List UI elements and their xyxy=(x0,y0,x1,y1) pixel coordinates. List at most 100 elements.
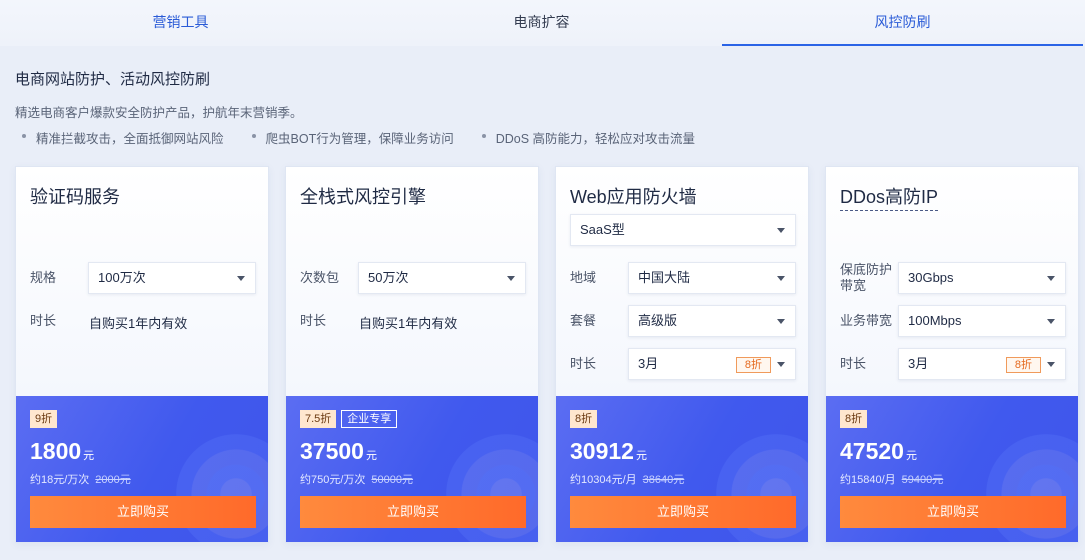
enterprise-badge: 企业专享 xyxy=(341,410,398,428)
feature-item: 爬虫BOT行为管理，保障业务访问 xyxy=(251,128,454,147)
chevron-down-icon xyxy=(1047,276,1055,281)
feature-list: 精准拦截攻击，全面抵御网站风险 爬虫BOT行为管理，保障业务访问 DDoS 高防… xyxy=(22,128,723,147)
duration-label: 时长 xyxy=(570,356,597,371)
card-title: 验证码服务 xyxy=(30,187,120,207)
chevron-down-icon xyxy=(777,319,785,324)
card-title: Web应用防火墙 xyxy=(570,187,697,207)
buy-button[interactable]: 立即购买 xyxy=(570,496,796,528)
unit-price-text: 约15840/月 xyxy=(840,474,896,486)
price-number: 30912 xyxy=(570,438,634,464)
edition-select-value: SaaS型 xyxy=(580,222,625,237)
tab-marketing-tools[interactable]: 营销工具 xyxy=(0,0,361,46)
duration-label: 时长 xyxy=(840,356,867,371)
business-bandwidth-select[interactable]: 100Mbps xyxy=(898,305,1066,337)
price-unit: 元 xyxy=(635,450,647,462)
price: 30912 元 xyxy=(570,438,647,465)
duration-label: 时长 xyxy=(300,313,327,328)
unit-price-text: 约750元/万次 xyxy=(300,474,366,486)
tab-ecommerce-scaling[interactable]: 电商扩容 xyxy=(361,0,722,46)
package-select-value: 50万次 xyxy=(368,270,409,285)
unit-price: 约750元/万次 50000元 xyxy=(300,471,413,487)
tag-group: 9折 xyxy=(30,410,58,428)
product-card-waf: Web应用防火墙 SaaS型 地域 中国大陆 套餐 高级版 时长 3月 8折 8… xyxy=(555,166,809,543)
guaranteed-bandwidth-value: 30Gbps xyxy=(908,270,954,285)
duration-select[interactable]: 3月 8折 xyxy=(898,348,1066,380)
business-bandwidth-label: 业务带宽 xyxy=(840,313,893,328)
chevron-down-icon xyxy=(507,276,515,281)
duration-discount-tag: 8折 xyxy=(735,357,771,373)
duration-value: 自购买1年内有效 xyxy=(89,316,188,331)
section-description: 精选电商客户爆款安全防护产品，护航年末营销季。 xyxy=(15,106,303,120)
chevron-down-icon xyxy=(777,228,785,233)
region-label: 地域 xyxy=(570,270,597,285)
chevron-down-icon xyxy=(1047,319,1055,324)
card-config-area: 验证码服务 规格 100万次 时长 自购买1年内有效 xyxy=(16,167,268,396)
price: 37500 元 xyxy=(300,438,377,465)
product-cards: 验证码服务 规格 100万次 时长 自购买1年内有效 9折 1800 元 约18元… xyxy=(15,166,1079,543)
unit-price: 约18元/万次 2000元 xyxy=(30,471,131,487)
original-price: 2000元 xyxy=(95,474,131,486)
discount-badge: 9折 xyxy=(30,410,58,428)
price-unit: 元 xyxy=(83,450,95,462)
duration-select[interactable]: 3月 8折 xyxy=(628,348,796,380)
guaranteed-bandwidth-select[interactable]: 30Gbps xyxy=(898,262,1066,294)
discount-badge: 7.5折 xyxy=(300,410,337,428)
edition-select[interactable]: SaaS型 xyxy=(570,214,796,246)
chevron-down-icon xyxy=(1047,362,1055,367)
card-title: 全栈式风控引擎 xyxy=(300,187,426,207)
chevron-down-icon xyxy=(777,276,785,281)
package-label: 次数包 xyxy=(300,270,340,285)
feature-item: 精准拦截攻击，全面抵御网站风险 xyxy=(22,128,224,147)
unit-price-text: 约18元/万次 xyxy=(30,474,90,486)
tag-group: 7.5折 企业专享 xyxy=(300,410,398,428)
price-number: 37500 xyxy=(300,438,364,464)
card-config-area: Web应用防火墙 SaaS型 地域 中国大陆 套餐 高级版 时长 3月 8折 xyxy=(556,167,808,396)
chevron-down-icon xyxy=(777,362,785,367)
plan-select[interactable]: 高级版 xyxy=(628,305,796,337)
buy-button[interactable]: 立即购买 xyxy=(300,496,526,528)
price-number: 1800 xyxy=(30,438,82,464)
price-area: 8折 30912 元 约10304元/月 38640元 立即购买 xyxy=(556,396,808,542)
original-price: 59400元 xyxy=(901,474,944,486)
region-select-value: 中国大陆 xyxy=(638,270,691,285)
price-area: 9折 1800 元 约18元/万次 2000元 立即购买 xyxy=(16,396,268,542)
plan-label: 套餐 xyxy=(570,313,597,328)
discount-badge: 8折 xyxy=(840,410,868,428)
tag-group: 8折 xyxy=(570,410,598,428)
spec-select-value: 100万次 xyxy=(98,270,146,285)
price-area: 8折 47520 元 约15840/月 59400元 立即购买 xyxy=(826,396,1078,542)
product-card-ddos-ip: DDos高防IP 保底防护带宽 30Gbps 业务带宽 100Mbps 时长 3… xyxy=(825,166,1079,543)
price-number: 47520 xyxy=(840,438,904,464)
price: 1800 元 xyxy=(30,438,94,465)
price-area: 7.5折 企业专享 37500 元 约750元/万次 50000元 立即购买 xyxy=(286,396,538,542)
original-price: 38640元 xyxy=(642,474,685,486)
section-title: 电商网站防护、活动风控防刷 xyxy=(15,71,211,88)
duration-select-value: 3月 xyxy=(908,356,929,371)
plan-select-value: 高级版 xyxy=(638,313,678,328)
tab-risk-control[interactable]: 风控防刷 xyxy=(722,0,1083,46)
chevron-down-icon xyxy=(237,276,245,281)
price: 47520 元 xyxy=(840,438,917,465)
unit-price: 约10304元/月 38640元 xyxy=(570,471,684,487)
guaranteed-bandwidth-label: 保底防护带宽 xyxy=(840,262,893,293)
unit-price-text: 约10304元/月 xyxy=(570,474,637,486)
tab-bar: 营销工具 电商扩容 风控防刷 xyxy=(0,0,1085,46)
feature-item: DDoS 高防能力，轻松应对攻击流量 xyxy=(481,128,695,147)
spec-label: 规格 xyxy=(30,270,57,285)
spec-select[interactable]: 100万次 xyxy=(88,262,256,294)
package-select[interactable]: 50万次 xyxy=(358,262,526,294)
business-bandwidth-value: 100Mbps xyxy=(908,313,962,328)
buy-button[interactable]: 立即购买 xyxy=(840,496,1066,528)
duration-label: 时长 xyxy=(30,313,57,328)
product-card-captcha: 验证码服务 规格 100万次 时长 自购买1年内有效 9折 1800 元 约18元… xyxy=(15,166,269,543)
original-price: 50000元 xyxy=(371,474,414,486)
buy-button[interactable]: 立即购买 xyxy=(30,496,256,528)
duration-value: 自购买1年内有效 xyxy=(359,316,458,331)
card-config-area: DDos高防IP 保底防护带宽 30Gbps 业务带宽 100Mbps 时长 3… xyxy=(826,167,1078,396)
region-select[interactable]: 中国大陆 xyxy=(628,262,796,294)
tag-group: 8折 xyxy=(840,410,868,428)
card-title[interactable]: DDos高防IP xyxy=(840,183,939,211)
unit-price: 约15840/月 59400元 xyxy=(840,471,943,487)
duration-select-value: 3月 xyxy=(638,356,659,371)
product-card-risk-engine: 全栈式风控引擎 次数包 50万次 时长 自购买1年内有效 7.5折 企业专享 3… xyxy=(285,166,539,543)
